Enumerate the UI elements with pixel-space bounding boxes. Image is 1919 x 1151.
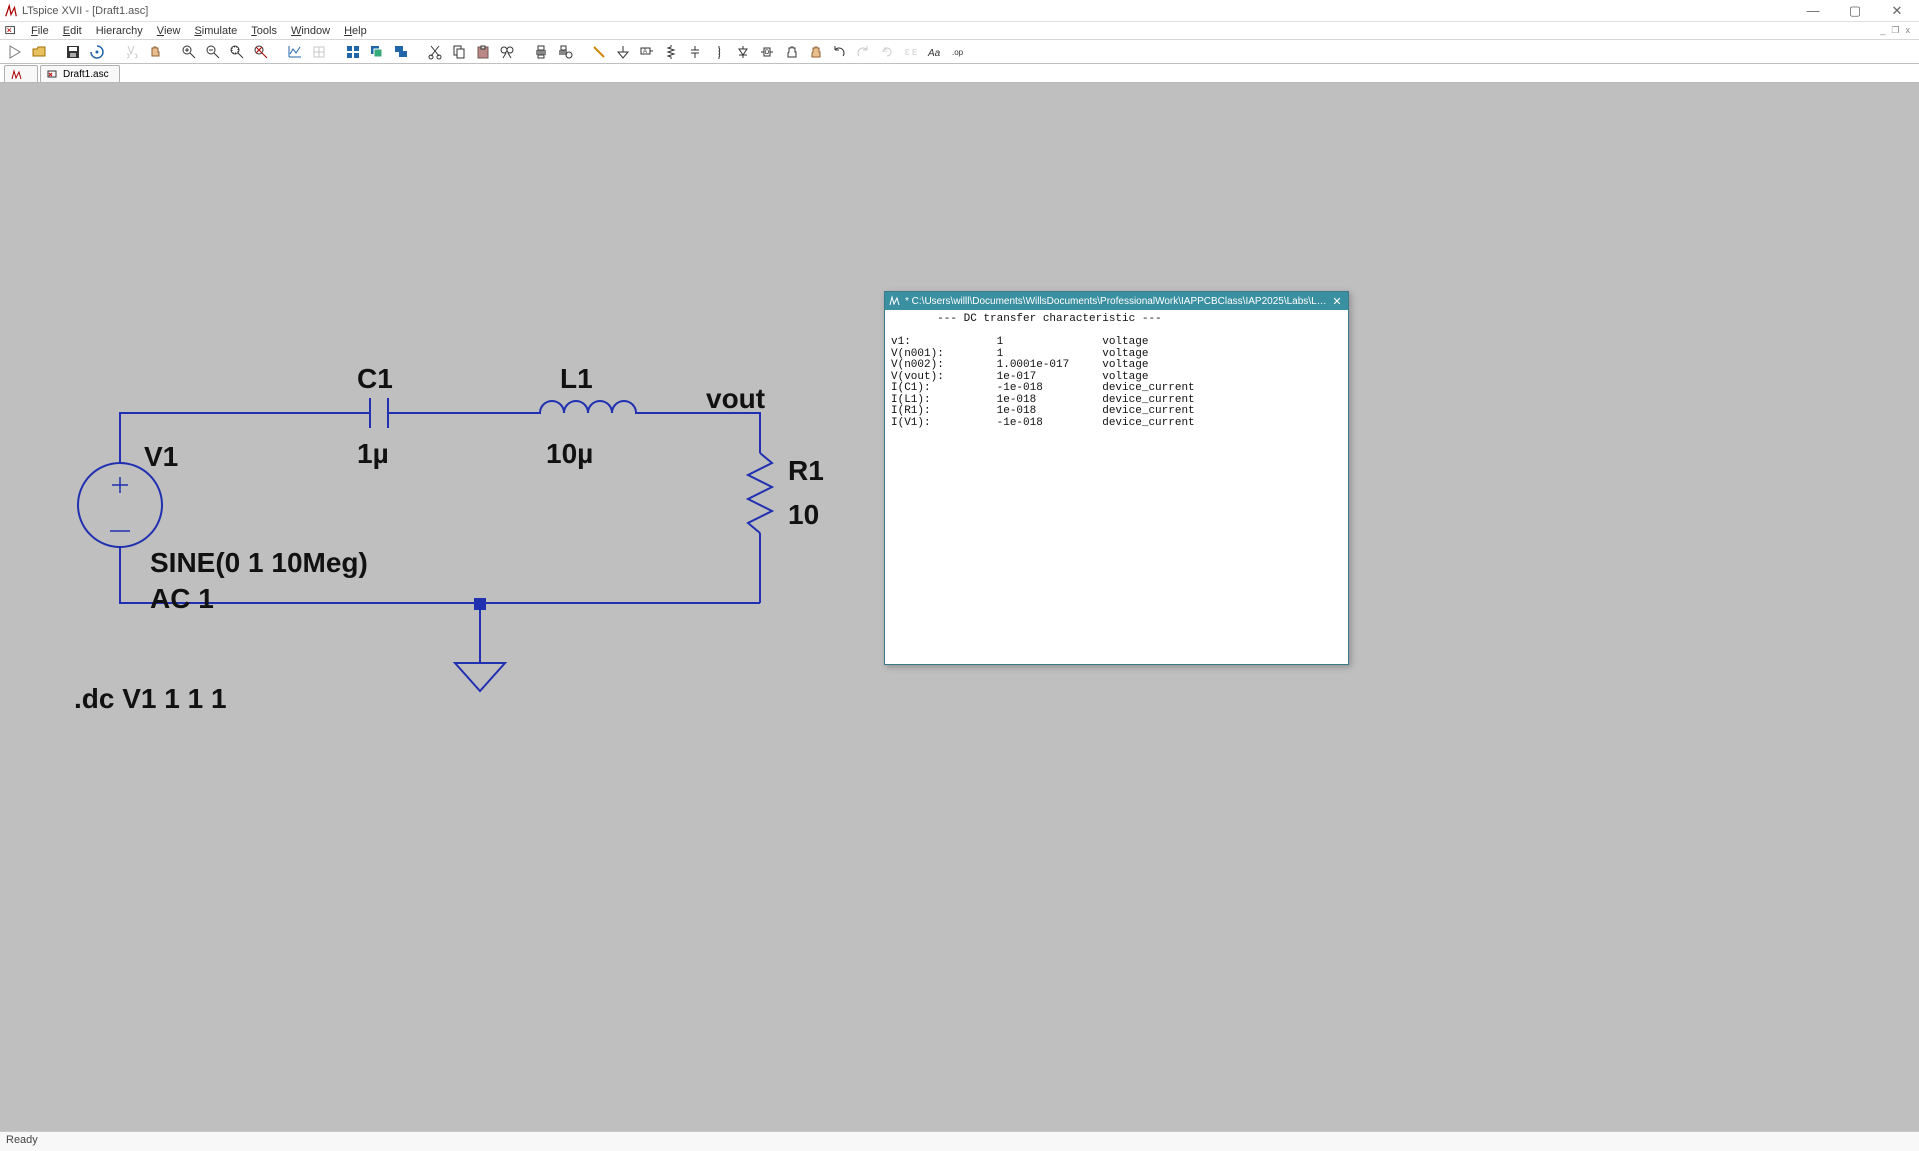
mdi-restore[interactable]: ❐ — [1888, 25, 1902, 36]
close-all-button[interactable] — [390, 42, 412, 62]
menu-edit[interactable]: Edit — [56, 24, 89, 38]
drag-button[interactable] — [804, 42, 826, 62]
status-text: Ready — [6, 1134, 38, 1146]
tab-schematic[interactable]: Draft1.asc — [40, 65, 120, 82]
menu-window[interactable]: Window — [284, 24, 337, 38]
svg-text:E: E — [912, 48, 917, 57]
svg-text:Aa: Aa — [927, 48, 941, 59]
r1-value[interactable]: 10 — [788, 499, 819, 531]
menu-view[interactable]: View — [150, 24, 188, 38]
vout-label[interactable]: vout — [706, 383, 765, 415]
close-button[interactable]: ✕ — [1885, 3, 1909, 19]
label-net-button[interactable]: A — [636, 42, 658, 62]
log-icon — [889, 295, 901, 307]
print-setup-button[interactable] — [554, 42, 576, 62]
mdi-controls: _ ❐ x — [1877, 25, 1915, 36]
v1-name[interactable]: V1 — [144, 441, 178, 473]
autorange-button[interactable] — [284, 42, 306, 62]
paste-button[interactable] — [472, 42, 494, 62]
mdi-close[interactable]: x — [1903, 25, 1914, 36]
schematic-icon — [47, 69, 59, 81]
r1-name[interactable]: R1 — [788, 455, 824, 487]
menu-hierarchy[interactable]: Hierarchy — [89, 24, 150, 38]
menu-bar: File Edit Hierarchy View Simulate Tools … — [0, 22, 1919, 40]
tile-button[interactable] — [342, 42, 364, 62]
l1-name[interactable]: L1 — [560, 363, 593, 395]
zoom-back-button[interactable] — [250, 42, 272, 62]
l1-value[interactable]: 10µ — [546, 438, 593, 470]
cut-run-button[interactable] — [120, 42, 142, 62]
c1-value[interactable]: 1µ — [357, 438, 389, 470]
pan-button[interactable] — [144, 42, 166, 62]
capacitor-button[interactable] — [684, 42, 706, 62]
resistor-button[interactable] — [660, 42, 682, 62]
window-controls: — ▢ ✕ — [1801, 3, 1915, 19]
toolbar: A D E ƐE Aa .op — [0, 40, 1919, 64]
tab-waveform[interactable] — [4, 65, 38, 82]
diode-button[interactable] — [732, 42, 754, 62]
minimize-button[interactable]: — — [1801, 3, 1825, 19]
svg-text:D: D — [765, 50, 770, 56]
v1-ac[interactable]: AC 1 — [150, 583, 214, 615]
move-button[interactable] — [780, 42, 802, 62]
log-title-bar[interactable]: * C:\Users\willl\Documents\WillsDocument… — [885, 292, 1348, 310]
cascade-button[interactable] — [366, 42, 388, 62]
maximize-button[interactable]: ▢ — [1843, 3, 1867, 19]
find-button[interactable] — [496, 42, 518, 62]
component-button[interactable]: D — [756, 42, 778, 62]
run-button[interactable] — [4, 42, 26, 62]
menu-file[interactable]: File — [24, 24, 56, 38]
inductor-button[interactable] — [708, 42, 730, 62]
mdi-minimize[interactable]: _ — [1877, 25, 1888, 36]
open-button[interactable] — [28, 42, 50, 62]
redo-button[interactable] — [852, 42, 874, 62]
window-title: LTspice XVII - [Draft1.asc] — [22, 5, 148, 17]
tab-label: Draft1.asc — [63, 69, 109, 80]
log-close-button[interactable]: ✕ — [1330, 295, 1344, 308]
title-bar: LTspice XVII - [Draft1.asc] — ▢ ✕ — [0, 0, 1919, 22]
zoom-out-button[interactable] — [202, 42, 224, 62]
print-button[interactable] — [530, 42, 552, 62]
save-button[interactable] — [62, 42, 84, 62]
schematic-drawing — [0, 83, 900, 783]
menu-simulate[interactable]: Simulate — [187, 24, 244, 38]
ground-button[interactable] — [612, 42, 634, 62]
log-body: --- DC transfer characteristic --- v1: 1… — [885, 310, 1348, 433]
zoom-in-button[interactable] — [178, 42, 200, 62]
log-window[interactable]: * C:\Users\willl\Documents\WillsDocument… — [884, 291, 1349, 665]
waveform-icon — [11, 69, 23, 81]
svg-text:Ɛ: Ɛ — [905, 48, 910, 57]
svg-text:E: E — [884, 48, 888, 54]
mdi-icon — [4, 24, 18, 38]
copy-button[interactable] — [448, 42, 470, 62]
status-bar: Ready — [0, 1131, 1919, 1151]
undo-button[interactable] — [828, 42, 850, 62]
cut-button[interactable] — [424, 42, 446, 62]
zoom-fit-button[interactable] — [226, 42, 248, 62]
svg-text:A: A — [643, 49, 647, 55]
spice-directive-button[interactable]: .op — [948, 42, 970, 62]
rotate-button[interactable]: E — [876, 42, 898, 62]
spice-directive[interactable]: .dc V1 1 1 1 — [74, 683, 227, 715]
draw-wire-button[interactable] — [588, 42, 610, 62]
mirror-button[interactable]: ƐE — [900, 42, 922, 62]
log-title-text: * C:\Users\willl\Documents\WillsDocument… — [905, 296, 1330, 307]
v1-params[interactable]: SINE(0 1 10Meg) — [150, 547, 368, 579]
control-panel-button[interactable] — [86, 42, 108, 62]
app-icon — [4, 4, 18, 18]
menu-help[interactable]: Help — [337, 24, 374, 38]
toggle-grid-button[interactable] — [308, 42, 330, 62]
c1-name[interactable]: C1 — [357, 363, 393, 395]
text-button[interactable]: Aa — [924, 42, 946, 62]
tab-bar: Draft1.asc — [0, 64, 1919, 83]
canvas-right-area[interactable] — [1402, 83, 1919, 1131]
svg-text:.op: .op — [952, 48, 964, 57]
menu-tools[interactable]: Tools — [244, 24, 284, 38]
